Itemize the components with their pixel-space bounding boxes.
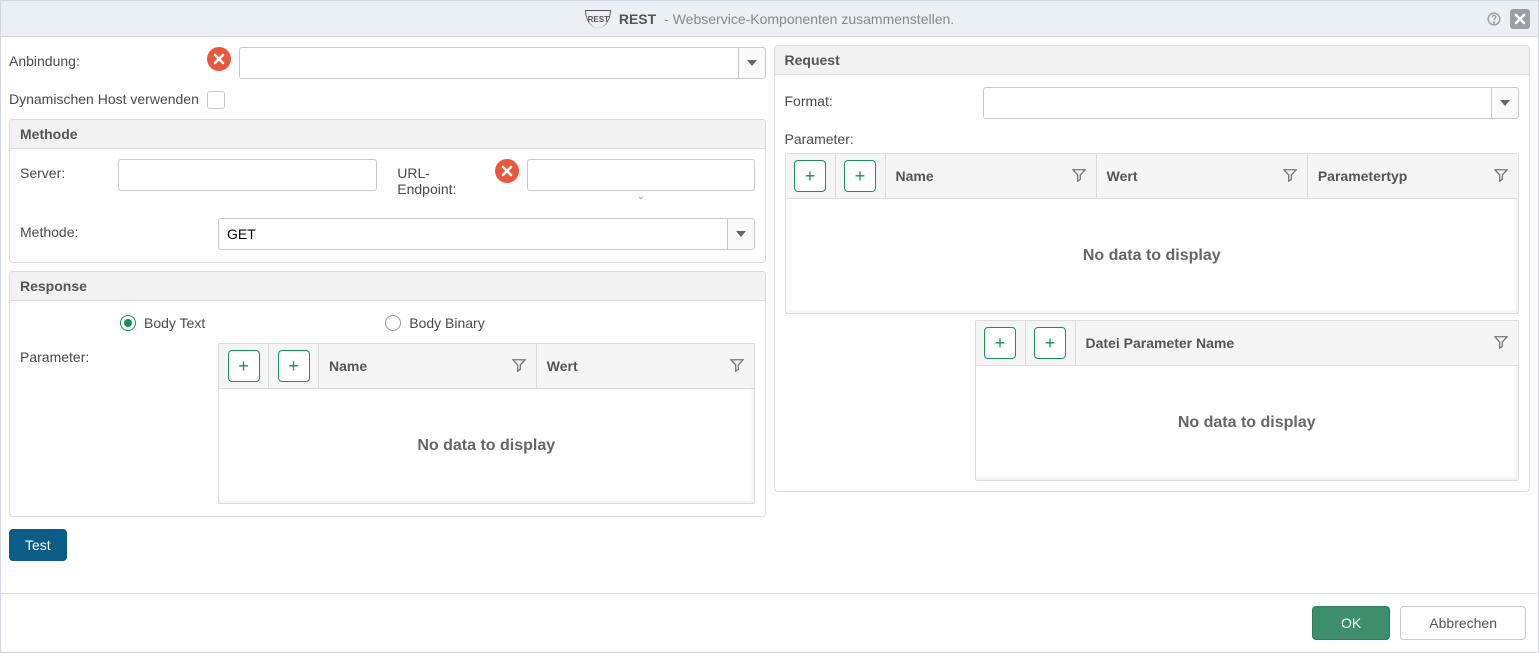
error-icon [495, 159, 519, 183]
dynhost-label: Dynamischen Host verwenden [9, 91, 199, 107]
help-icon[interactable] [1484, 9, 1504, 29]
cancel-button[interactable]: Abbrechen [1400, 606, 1526, 640]
endpoint-label: URL-Endpoint: [397, 159, 487, 197]
filter-icon[interactable] [730, 358, 744, 375]
chevron-down-icon [736, 231, 746, 237]
dialog-window: REST REST - Webservice-Komponenten zusam… [0, 0, 1539, 653]
add-row-button[interactable]: + [794, 160, 826, 192]
radio-icon [120, 315, 136, 331]
request-param-grid: + + Name Wert Parametertyp [785, 153, 1520, 314]
error-icon [207, 47, 231, 71]
radio-icon [385, 315, 401, 331]
response-param-grid: + + Name Wert [218, 343, 755, 504]
radio-body-binary[interactable]: Body Binary [385, 315, 484, 331]
test-button[interactable]: Test [9, 529, 67, 561]
anbindung-label: Anbindung: [9, 47, 199, 69]
response-param-label: Parameter: [20, 343, 210, 365]
filter-icon[interactable] [1494, 335, 1508, 352]
chevron-down-icon [1500, 100, 1510, 106]
col-wert-header[interactable]: Wert [537, 344, 754, 388]
dynhost-checkbox[interactable] [207, 91, 225, 109]
close-icon[interactable] [1510, 9, 1530, 29]
radio-body-binary-label: Body Binary [409, 315, 484, 331]
methode-dropdown-button[interactable] [727, 218, 755, 250]
col-wert-header[interactable]: Wert [1097, 154, 1308, 198]
ok-button[interactable]: OK [1312, 606, 1390, 640]
dialog-footer: OK Abbrechen [1, 593, 1538, 652]
window-subtitle: - Webservice-Komponenten zusammenstellen… [664, 11, 954, 27]
add-row-button[interactable]: + [984, 327, 1016, 359]
add-row-button[interactable]: + [228, 350, 260, 382]
anbindung-input[interactable] [239, 47, 738, 79]
right-column: Request Format: Parameter: + + [774, 45, 1531, 593]
col-type-header[interactable]: Parametertyp [1308, 154, 1518, 198]
file-param-grid: + + Datei Parameter Name No data to disp… [975, 320, 1520, 481]
request-panel: Request Format: Parameter: + + [774, 45, 1531, 492]
col-name-header[interactable]: Name [319, 344, 537, 388]
filter-icon[interactable] [1283, 168, 1297, 185]
response-panel-title: Response [10, 272, 765, 301]
col-file-header[interactable]: Datei Parameter Name [1076, 321, 1519, 365]
add-row-button[interactable]: + [844, 160, 876, 192]
rest-logo-icon: REST [585, 10, 611, 28]
grid-empty-text: No data to display [219, 389, 754, 503]
request-panel-title: Request [775, 46, 1530, 75]
filter-icon[interactable] [512, 358, 526, 375]
filter-icon[interactable] [1494, 168, 1508, 185]
anbindung-dropdown-button[interactable] [738, 47, 766, 79]
title-bar: REST REST - Webservice-Komponenten zusam… [1, 1, 1538, 37]
methode-label: Methode: [20, 218, 210, 240]
methode-panel: Methode Server: URL-Endpoint: [9, 119, 766, 263]
left-column: Anbindung: Dynamischen Host verwenden Me… [9, 45, 766, 593]
filter-icon[interactable] [1072, 168, 1086, 185]
grid-empty-text: No data to display [786, 199, 1519, 313]
methode-panel-title: Methode [10, 120, 765, 149]
radio-body-text[interactable]: Body Text [120, 315, 205, 331]
grid-empty-text: No data to display [976, 366, 1519, 480]
format-label: Format: [785, 87, 975, 109]
col-name-header[interactable]: Name [886, 154, 1097, 198]
format-input[interactable] [983, 87, 1492, 119]
radio-body-text-label: Body Text [144, 315, 205, 331]
window-title: REST [619, 11, 656, 27]
server-input[interactable] [118, 159, 377, 191]
methode-input[interactable] [218, 218, 727, 250]
add-row-button[interactable]: + [278, 350, 310, 382]
response-panel: Response Body Text Body Binary Param [9, 271, 766, 517]
chevron-down-icon[interactable]: ⌄ [527, 191, 754, 202]
endpoint-input[interactable] [527, 159, 754, 191]
format-dropdown-button[interactable] [1491, 87, 1519, 119]
add-row-button[interactable]: + [1034, 327, 1066, 359]
request-param-label: Parameter: [785, 131, 1520, 147]
chevron-down-icon [747, 60, 757, 66]
server-label: Server: [20, 159, 110, 181]
